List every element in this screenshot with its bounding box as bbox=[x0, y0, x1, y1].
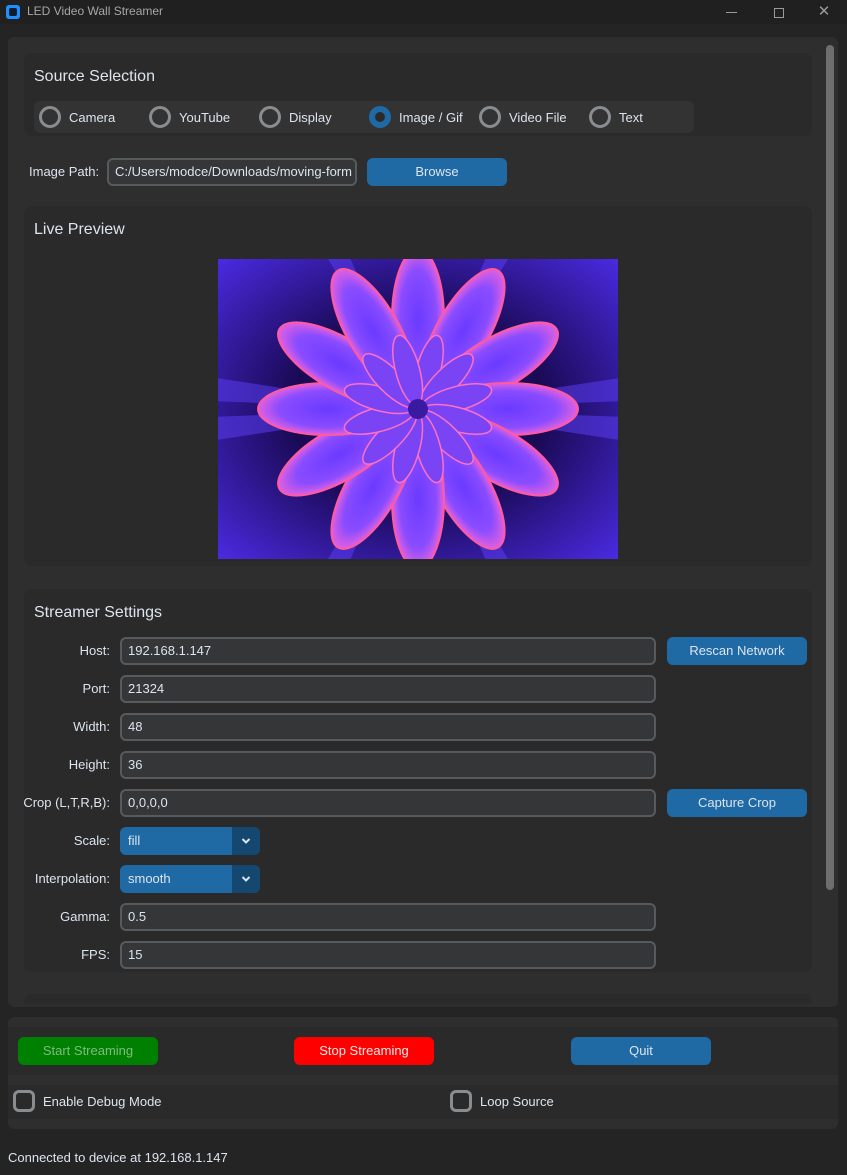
radio-camera[interactable]: Camera bbox=[39, 106, 115, 128]
interpolation-value: smooth bbox=[128, 871, 171, 886]
radio-selected-icon bbox=[369, 106, 391, 128]
loop-source-label: Loop Source bbox=[480, 1093, 554, 1109]
height-label: Height: bbox=[68, 757, 110, 772]
browse-button[interactable]: Browse bbox=[367, 158, 507, 186]
start-streaming-button[interactable]: Start Streaming bbox=[18, 1037, 158, 1065]
capture-crop-button[interactable]: Capture Crop bbox=[667, 789, 807, 817]
checkbox-icon bbox=[13, 1090, 35, 1112]
fractal-flower-image bbox=[218, 259, 618, 559]
interpolation-label: Interpolation: bbox=[34, 871, 110, 886]
radio-label: Image / Gif bbox=[399, 109, 463, 125]
preview-image bbox=[218, 259, 618, 559]
close-button[interactable]: ✕ bbox=[801, 0, 847, 24]
width-label: Width: bbox=[73, 719, 110, 734]
debug-mode-label: Enable Debug Mode bbox=[43, 1093, 162, 1109]
height-input[interactable]: 36 bbox=[120, 751, 656, 779]
scale-label: Scale: bbox=[73, 833, 110, 848]
gamma-input[interactable]: 0.5 bbox=[120, 903, 656, 931]
minimize-icon bbox=[725, 12, 737, 14]
port-label: Port: bbox=[82, 681, 110, 696]
maximize-icon bbox=[774, 7, 784, 18]
minimize-button[interactable] bbox=[708, 0, 754, 24]
scrollbar[interactable] bbox=[826, 45, 834, 890]
interpolation-dropdown[interactable]: smooth bbox=[120, 865, 260, 893]
fps-input[interactable]: 15 bbox=[120, 941, 656, 969]
radio-circle-icon bbox=[259, 106, 281, 128]
radio-display[interactable]: Display bbox=[259, 106, 332, 128]
crop-input[interactable]: 0,0,0,0 bbox=[120, 789, 656, 817]
radio-image-gif[interactable]: Image / Gif bbox=[369, 106, 463, 128]
close-icon: ✕ bbox=[817, 3, 831, 20]
radio-video-file[interactable]: Video File bbox=[479, 106, 567, 128]
streamer-settings-title: Streamer Settings bbox=[34, 604, 163, 621]
radio-label: Video File bbox=[509, 109, 567, 125]
next-section-card bbox=[24, 994, 812, 1004]
source-radio-group: Camera YouTube Display Image / Gif Video… bbox=[34, 101, 694, 133]
radio-circle-icon bbox=[149, 106, 171, 128]
radio-circle-icon bbox=[589, 106, 611, 128]
image-path-label: Image Path: bbox=[29, 164, 100, 179]
host-input[interactable]: 192.168.1.147 bbox=[120, 637, 656, 665]
radio-label: Text bbox=[619, 109, 643, 125]
radio-label: YouTube bbox=[179, 109, 231, 125]
rescan-network-button[interactable]: Rescan Network bbox=[667, 637, 807, 665]
port-input[interactable]: 21324 bbox=[120, 675, 656, 703]
scale-value: fill bbox=[128, 833, 141, 848]
radio-youtube[interactable]: YouTube bbox=[149, 106, 230, 128]
radio-circle-icon bbox=[39, 106, 61, 128]
image-path-input[interactable]: C:/Users/modce/Downloads/moving-form bbox=[107, 158, 357, 186]
window-title: LED Video Wall Streamer bbox=[27, 4, 164, 18]
live-preview-title: Live Preview bbox=[34, 221, 125, 238]
fps-label: FPS: bbox=[81, 947, 110, 962]
title-bar: LED Video Wall Streamer ✕ bbox=[0, 0, 847, 24]
stop-streaming-button[interactable]: Stop Streaming bbox=[294, 1037, 434, 1065]
source-selection-title: Source Selection bbox=[34, 68, 155, 85]
radio-label: Camera bbox=[69, 109, 116, 125]
scale-dropdown[interactable]: fill bbox=[120, 827, 260, 855]
radio-text[interactable]: Text bbox=[589, 106, 643, 128]
gamma-label: Gamma: bbox=[60, 909, 110, 924]
crop-label: Crop (L,T,R,B): bbox=[23, 795, 110, 810]
checkbox-icon bbox=[450, 1090, 472, 1112]
chevron-down-icon[interactable] bbox=[232, 827, 260, 855]
radio-label: Display bbox=[289, 109, 332, 125]
radio-circle-icon bbox=[479, 106, 501, 128]
chevron-down-icon[interactable] bbox=[232, 865, 260, 893]
loop-source-checkbox[interactable]: Loop Source bbox=[450, 1090, 554, 1112]
debug-mode-checkbox[interactable]: Enable Debug Mode bbox=[13, 1090, 162, 1112]
quit-button[interactable]: Quit bbox=[571, 1037, 711, 1065]
maximize-button[interactable] bbox=[756, 0, 802, 24]
status-text: Connected to device at 192.168.1.147 bbox=[8, 1150, 228, 1165]
app-icon bbox=[6, 5, 20, 19]
width-input[interactable]: 48 bbox=[120, 713, 656, 741]
host-label: Host: bbox=[79, 643, 110, 658]
source-selection-card: Source Selection Camera YouTube Display … bbox=[24, 53, 812, 136]
